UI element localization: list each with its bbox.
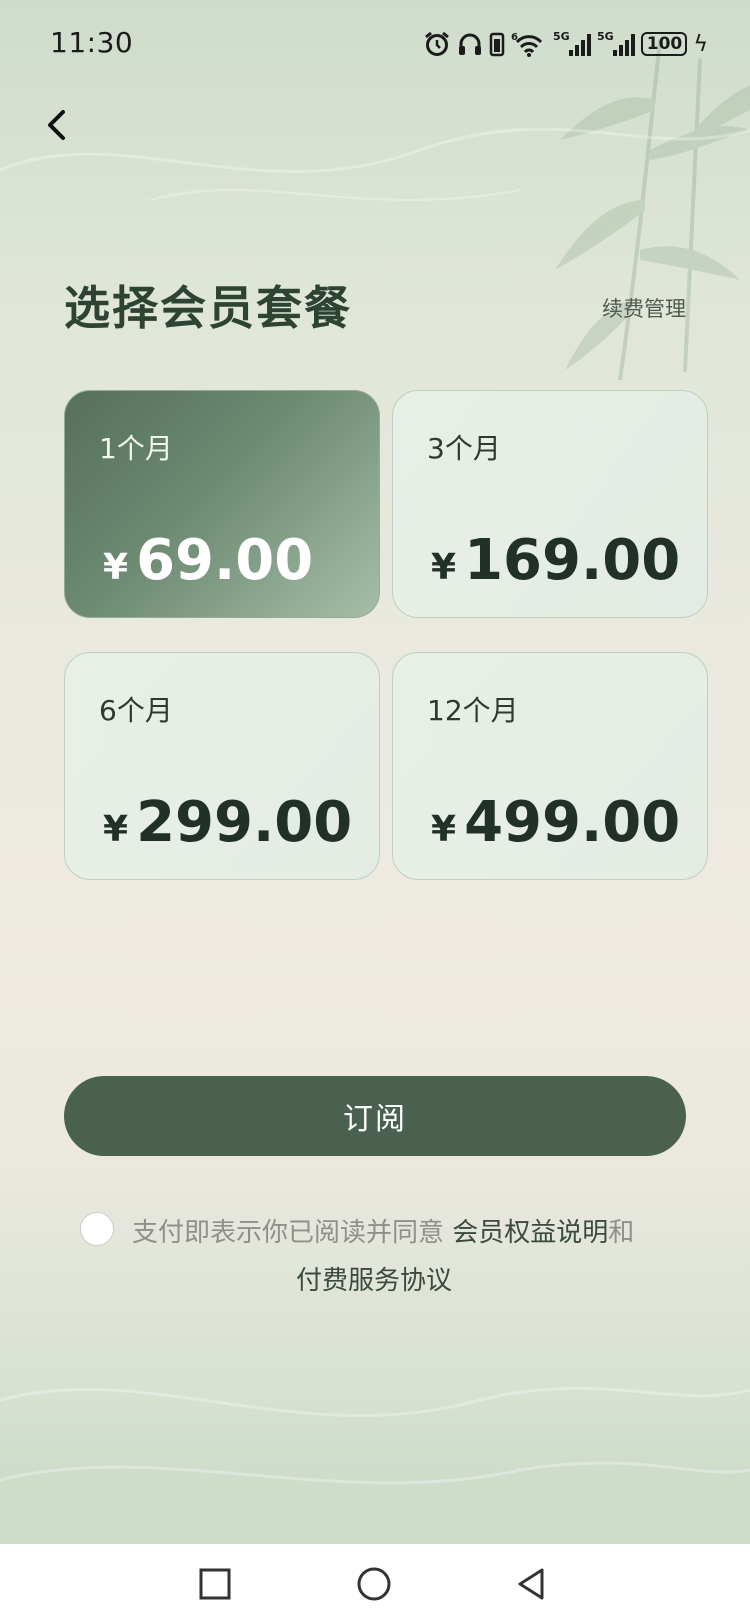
square-icon: [199, 1568, 231, 1600]
circle-icon: [357, 1567, 391, 1601]
currency-symbol: ¥: [431, 547, 457, 588]
plan-card-3-months[interactable]: 3个月 ¥ 169.00: [392, 390, 708, 618]
triangle-back-icon: [518, 1568, 544, 1600]
price-amount: 169.00: [464, 528, 681, 593]
plan-duration: 12个月: [427, 694, 519, 727]
plan-card-12-months[interactable]: 12个月 ¥ 499.00: [392, 652, 708, 880]
plan-price: ¥ 169.00: [431, 533, 680, 589]
signal-label-2: 5G: [597, 30, 614, 43]
signal-label-1: 5G: [553, 30, 570, 43]
home-button[interactable]: [354, 1564, 394, 1604]
plan-price: ¥ 299.00: [103, 795, 352, 851]
agreement-prefix: 支付即表示你已阅读并同意: [132, 1218, 445, 1248]
agreement-text-line2: 付费服务协议: [296, 1260, 452, 1297]
status-time: 11:30: [50, 26, 134, 59]
currency-symbol: ¥: [103, 547, 129, 588]
currency-symbol: ¥: [431, 809, 457, 850]
plan-duration: 3个月: [427, 432, 501, 465]
cloud-decoration: [0, 127, 750, 201]
plan-card-6-months[interactable]: 6个月 ¥ 299.00: [64, 652, 380, 880]
status-icons: 6 5G 5G 100 ϟ: [423, 28, 708, 60]
system-nav-bar: [0, 1544, 750, 1624]
agreement-checkbox[interactable]: [80, 1212, 114, 1246]
back-nav-button[interactable]: [512, 1564, 552, 1604]
chevron-left-icon: [48, 110, 65, 140]
renew-management-link[interactable]: 续费管理: [602, 293, 686, 323]
currency-symbol: ¥: [103, 809, 129, 850]
plan-price: ¥ 69.00: [103, 533, 313, 589]
signal-icon-2: 5G: [597, 30, 636, 56]
benefits-link[interactable]: 会员权益说明: [452, 1218, 608, 1248]
agreement-text: 支付即表示你已阅读并同意 会员权益说明和: [132, 1212, 634, 1249]
charging-icon: ϟ: [693, 31, 708, 57]
battery-indicator: 100: [641, 32, 688, 56]
recents-button[interactable]: [195, 1564, 235, 1604]
price-amount: 299.00: [136, 790, 353, 855]
page-title: 选择会员套餐: [64, 281, 352, 335]
service-agreement-link[interactable]: 付费服务协议: [296, 1266, 452, 1296]
price-amount: 499.00: [464, 790, 681, 855]
plan-duration: 6个月: [99, 694, 173, 727]
plan-duration: 1个月: [99, 432, 173, 465]
price-amount: 69.00: [136, 528, 314, 593]
vibrate-battery-icon: [490, 32, 505, 57]
wifi-icon: 6: [511, 32, 543, 57]
plan-price: ¥ 499.00: [431, 795, 680, 851]
mist-decoration: [0, 1386, 750, 1485]
status-bar: 11:30 6 5G 5G 100 ϟ: [0, 0, 750, 90]
membership-screen: 11:30 6 5G 5G 100 ϟ 选择会员套餐 续费管理 1个月 ¥ 69…: [0, 0, 750, 1624]
agreement-conjunction: 和: [608, 1218, 635, 1248]
plan-card-1-month[interactable]: 1个月 ¥ 69.00: [64, 390, 380, 618]
back-button[interactable]: [36, 100, 82, 150]
alarm-icon: [425, 31, 450, 56]
subscribe-button[interactable]: 订阅: [64, 1076, 686, 1156]
headphones-icon: [459, 33, 482, 55]
signal-icon-1: 5G: [553, 30, 592, 56]
